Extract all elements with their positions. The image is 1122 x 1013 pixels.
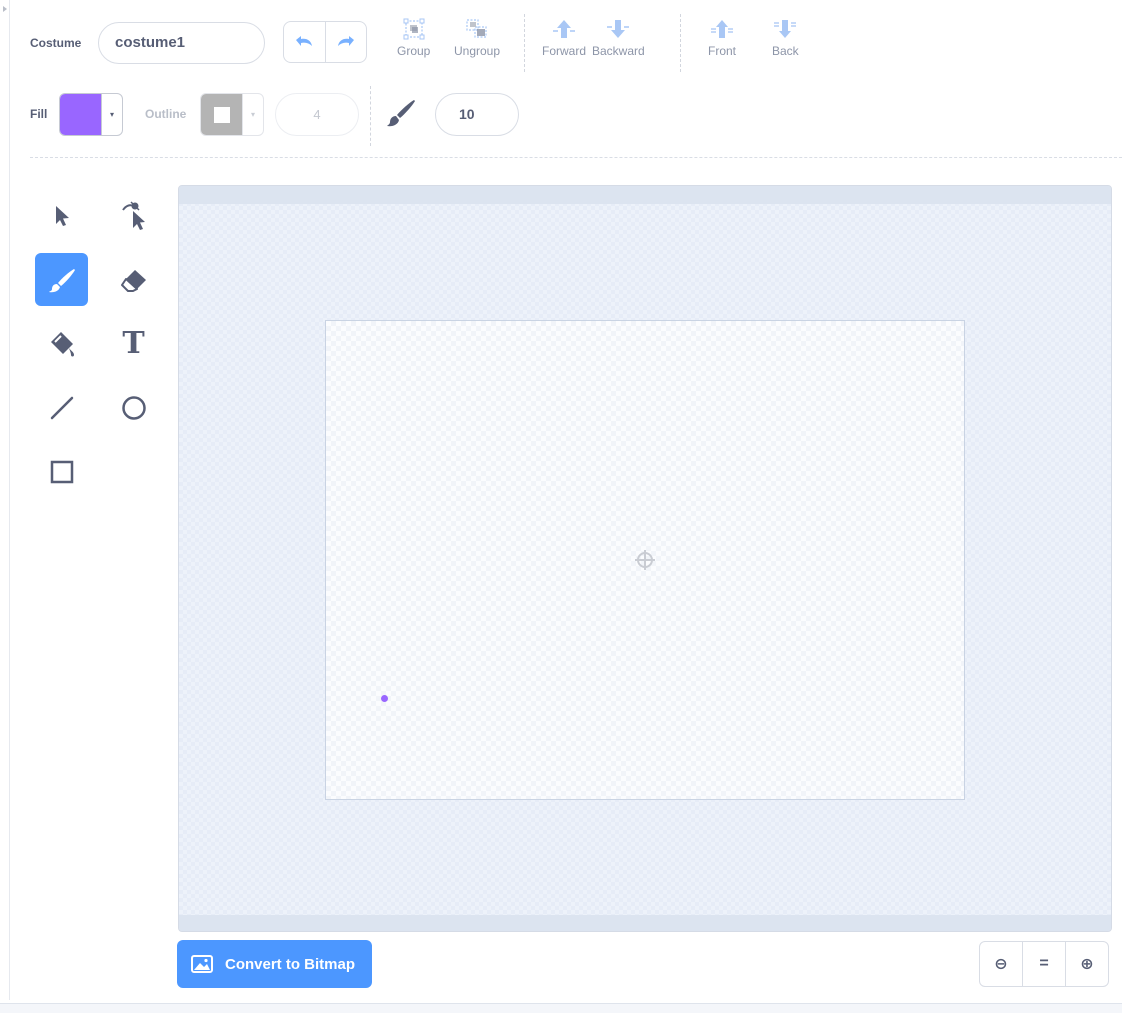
circle-icon [121,395,146,420]
zoom-out-button[interactable]: ⊖ [980,942,1022,986]
convert-to-bitmap-label: Convert to Bitmap [225,955,356,973]
image-icon [191,955,213,973]
fill-label: Fill [30,107,48,121]
undo-button[interactable] [284,22,326,62]
fill-color-picker[interactable]: ▾ [59,93,123,136]
forward-button[interactable]: Forward [542,18,586,58]
brush-cursor-dot [381,695,388,702]
toolbar-divider [680,14,681,72]
rectangle-tool[interactable] [35,445,88,498]
left-panel-edge [0,0,10,1000]
outline-dropdown-arrow-icon[interactable]: ▾ [242,94,263,135]
backward-button[interactable]: Backward [592,18,645,58]
outline-width-input[interactable]: 4 [275,93,359,136]
rotation-center-icon [634,549,656,576]
brush-icon [48,268,75,292]
rectangle-icon [50,460,73,483]
backward-label: Backward [592,44,645,58]
back-button[interactable]: Back [772,18,799,58]
zoom-controls: ⊖ = ⊕ [979,941,1109,987]
line-tool[interactable] [35,381,88,434]
line-icon [50,396,73,419]
redo-button[interactable] [326,22,367,62]
zoom-reset-button[interactable]: = [1022,942,1065,986]
bottom-divider [0,1003,1122,1013]
send-to-back-icon [774,20,797,38]
zoom-out-icon: ⊖ [994,956,1008,973]
group-label: Group [397,44,431,58]
bring-to-front-icon [711,20,733,38]
costume-label: Costume [30,36,82,50]
fill-tool[interactable] [35,317,88,370]
outline-label: Outline [145,107,187,121]
undo-icon [296,36,313,46]
undo-redo-group [283,21,367,63]
reshape-cursor-icon [121,200,145,230]
fill-dropdown-arrow-icon[interactable]: ▾ [101,94,122,135]
forward-arrow-icon [553,20,575,38]
group-button[interactable]: Group [397,18,430,58]
zoom-in-button[interactable]: ⊕ [1065,942,1108,986]
zoom-in-icon: ⊕ [1080,956,1094,973]
circle-tool[interactable] [107,381,160,434]
outline-color-swatch[interactable] [201,94,242,135]
toolbar-divider [524,14,525,72]
forward-label: Forward [542,44,587,58]
toolbar-separator [30,157,1122,158]
ungroup-icon [466,19,487,38]
brush-size-input[interactable]: 10 [435,93,519,136]
collapse-arrow-icon[interactable] [3,6,7,12]
select-tool[interactable] [35,189,88,242]
arrow-cursor-icon [55,205,69,226]
brush-tool[interactable] [35,253,88,306]
group-icon [403,18,425,40]
backward-arrow-icon [607,20,630,38]
toolbar-divider [370,86,371,146]
horizontal-scrollbar-top[interactable] [179,186,1111,204]
eraser-icon [120,269,146,292]
front-label: Front [708,44,737,58]
paint-bucket-icon [50,331,74,356]
costume-name-input[interactable]: costume1 [98,22,265,64]
text-icon: T [122,325,145,361]
zoom-reset-icon: = [1039,955,1049,972]
redo-icon [337,36,354,46]
convert-to-bitmap-button[interactable]: Convert to Bitmap [177,940,372,988]
text-tool[interactable]: T [107,317,160,370]
ungroup-label: Ungroup [454,44,501,58]
horizontal-scrollbar-bottom[interactable] [179,915,1111,931]
reshape-tool[interactable] [107,189,160,242]
ungroup-button[interactable]: Ungroup [454,18,500,58]
back-label: Back [772,44,799,58]
outline-color-picker[interactable]: ▾ [200,93,264,136]
front-button[interactable]: Front [708,18,736,58]
brush-size-icon [385,98,417,133]
eraser-tool[interactable] [107,253,160,306]
fill-color-swatch[interactable] [60,94,101,135]
